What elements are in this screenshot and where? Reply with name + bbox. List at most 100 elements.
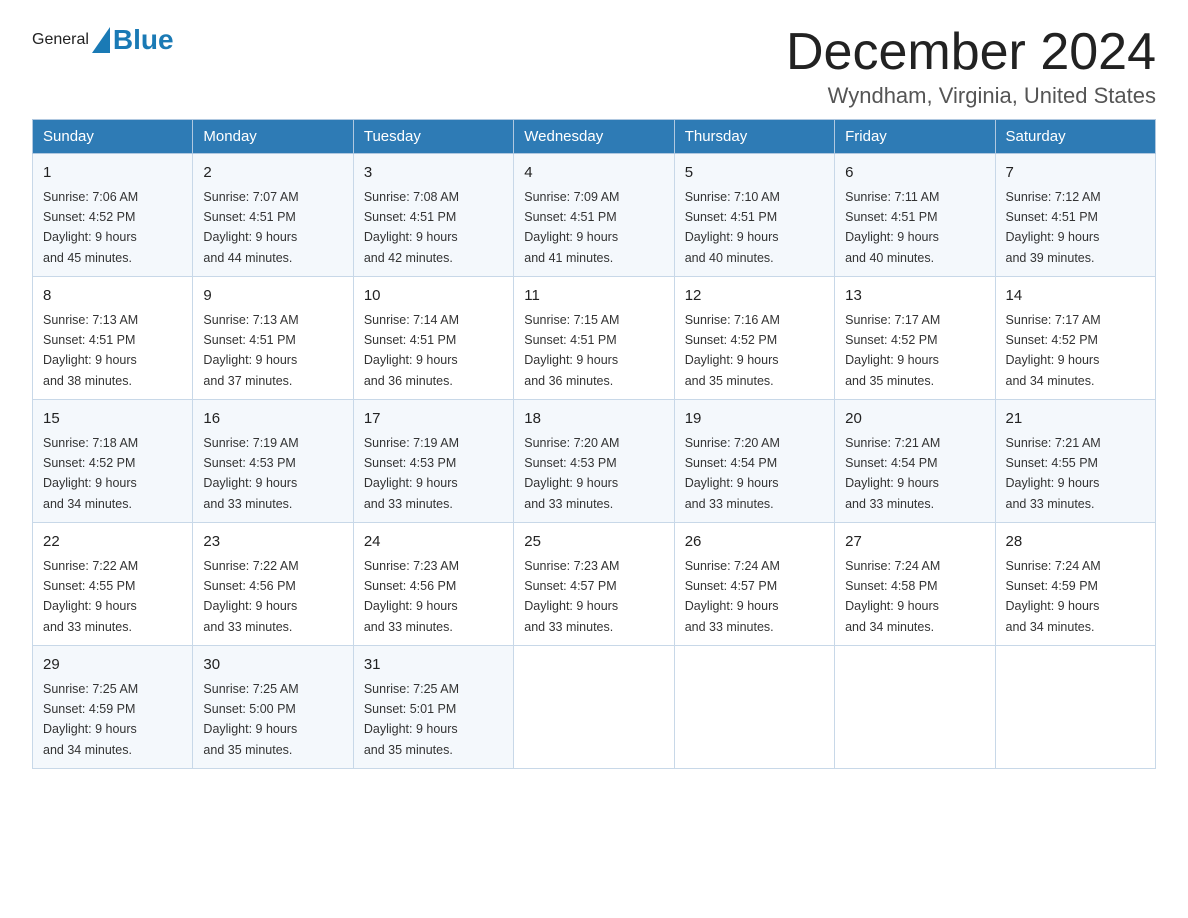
calendar-table: SundayMondayTuesdayWednesdayThursdayFrid… xyxy=(32,119,1156,769)
week-row-5: 29 Sunrise: 7:25 AMSunset: 4:59 PMDayligh… xyxy=(33,646,1156,769)
day-number: 4 xyxy=(524,162,663,185)
day-info: Sunrise: 7:24 AMSunset: 4:57 PMDaylight:… xyxy=(685,559,780,634)
day-info: Sunrise: 7:20 AMSunset: 4:54 PMDaylight:… xyxy=(685,436,780,511)
day-info: Sunrise: 7:16 AMSunset: 4:52 PMDaylight:… xyxy=(685,313,780,388)
day-number: 2 xyxy=(203,162,342,185)
logo-blue-text: Blue xyxy=(113,24,174,56)
day-cell: 23Sunrise: 7:22 AMSunset: 4:56 PMDayligh… xyxy=(193,523,353,646)
day-cell: 5Sunrise: 7:10 AMSunset: 4:51 PMDaylight… xyxy=(674,154,834,277)
day-number: 17 xyxy=(364,408,503,431)
day-info: Sunrise: 7:25 AMSunset: 4:59 PMDaylight:… xyxy=(43,682,138,757)
day-info: Sunrise: 7:17 AMSunset: 4:52 PMDaylight:… xyxy=(1006,313,1101,388)
day-cell xyxy=(514,646,674,769)
day-number: 31 xyxy=(364,654,503,677)
day-info: Sunrise: 7:19 AMSunset: 4:53 PMDaylight:… xyxy=(203,436,298,511)
day-number: 8 xyxy=(43,285,182,308)
day-cell: 6 Sunrise: 7:11 AMSunset: 4:51 PMDaylight… xyxy=(835,154,995,277)
day-cell: 30 Sunrise: 7:25 AMSunset: 5:00 PMDayligh… xyxy=(193,646,353,769)
day-info: Sunrise: 7:06 AMSunset: 4:52 PMDaylight:… xyxy=(43,190,138,265)
day-cell: 22 Sunrise: 7:22 AMSunset: 4:55 PMDayligh… xyxy=(33,523,193,646)
day-number: 28 xyxy=(1006,531,1145,554)
week-row-3: 15 Sunrise: 7:18 AMSunset: 4:52 PMDayligh… xyxy=(33,400,1156,523)
col-header-saturday: Saturday xyxy=(995,120,1155,154)
day-info: Sunrise: 7:24 AMSunset: 4:58 PMDaylight:… xyxy=(845,559,940,634)
day-number: 26 xyxy=(685,531,824,554)
day-cell: 29 Sunrise: 7:25 AMSunset: 4:59 PMDayligh… xyxy=(33,646,193,769)
calendar-header: SundayMondayTuesdayWednesdayThursdayFrid… xyxy=(33,120,1156,154)
day-cell: 8 Sunrise: 7:13 AMSunset: 4:51 PMDaylight… xyxy=(33,277,193,400)
day-cell: 4 Sunrise: 7:09 AMSunset: 4:51 PMDaylight… xyxy=(514,154,674,277)
day-cell: 7Sunrise: 7:12 AMSunset: 4:51 PMDaylight… xyxy=(995,154,1155,277)
logo-area: General Blue xyxy=(32,24,174,56)
day-info: Sunrise: 7:22 AMSunset: 4:55 PMDaylight:… xyxy=(43,559,138,634)
day-number: 11 xyxy=(524,285,663,308)
day-number: 10 xyxy=(364,285,503,308)
day-number: 15 xyxy=(43,408,182,431)
day-number: 9 xyxy=(203,285,342,308)
col-header-tuesday: Tuesday xyxy=(353,120,513,154)
day-number: 27 xyxy=(845,531,984,554)
day-cell xyxy=(835,646,995,769)
day-cell: 10Sunrise: 7:14 AMSunset: 4:51 PMDayligh… xyxy=(353,277,513,400)
day-cell: 24Sunrise: 7:23 AMSunset: 4:56 PMDayligh… xyxy=(353,523,513,646)
day-info: Sunrise: 7:13 AMSunset: 4:51 PMDaylight:… xyxy=(43,313,138,388)
day-number: 24 xyxy=(364,531,503,554)
day-info: Sunrise: 7:23 AMSunset: 4:57 PMDaylight:… xyxy=(524,559,619,634)
day-info: Sunrise: 7:22 AMSunset: 4:56 PMDaylight:… xyxy=(203,559,298,634)
col-header-friday: Friday xyxy=(835,120,995,154)
day-cell: 27 Sunrise: 7:24 AMSunset: 4:58 PMDayligh… xyxy=(835,523,995,646)
day-cell: 21 Sunrise: 7:21 AMSunset: 4:55 PMDayligh… xyxy=(995,400,1155,523)
day-number: 21 xyxy=(1006,408,1145,431)
day-cell: 19 Sunrise: 7:20 AMSunset: 4:54 PMDayligh… xyxy=(674,400,834,523)
day-number: 3 xyxy=(364,162,503,185)
day-number: 18 xyxy=(524,408,663,431)
day-cell: 15 Sunrise: 7:18 AMSunset: 4:52 PMDayligh… xyxy=(33,400,193,523)
day-number: 30 xyxy=(203,654,342,677)
day-info: Sunrise: 7:21 AMSunset: 4:55 PMDaylight:… xyxy=(1006,436,1101,511)
day-cell: 14 Sunrise: 7:17 AMSunset: 4:52 PMDayligh… xyxy=(995,277,1155,400)
day-number: 22 xyxy=(43,531,182,554)
col-header-sunday: Sunday xyxy=(33,120,193,154)
day-number: 14 xyxy=(1006,285,1145,308)
header-row: SundayMondayTuesdayWednesdayThursdayFrid… xyxy=(33,120,1156,154)
day-info: Sunrise: 7:13 AMSunset: 4:51 PMDaylight:… xyxy=(203,313,298,388)
day-number: 5 xyxy=(685,162,824,185)
day-number: 19 xyxy=(685,408,824,431)
day-cell: 12 Sunrise: 7:16 AMSunset: 4:52 PMDayligh… xyxy=(674,277,834,400)
day-cell: 16 Sunrise: 7:19 AMSunset: 4:53 PMDayligh… xyxy=(193,400,353,523)
day-info: Sunrise: 7:09 AMSunset: 4:51 PMDaylight:… xyxy=(524,190,619,265)
day-info: Sunrise: 7:21 AMSunset: 4:54 PMDaylight:… xyxy=(845,436,940,511)
day-info: Sunrise: 7:25 AMSunset: 5:00 PMDaylight:… xyxy=(203,682,298,757)
day-number: 12 xyxy=(685,285,824,308)
day-cell xyxy=(674,646,834,769)
col-header-monday: Monday xyxy=(193,120,353,154)
calendar-body: 1 Sunrise: 7:06 AMSunset: 4:52 PMDaylight… xyxy=(33,154,1156,769)
day-info: Sunrise: 7:25 AMSunset: 5:01 PMDaylight:… xyxy=(364,682,459,757)
day-info: Sunrise: 7:07 AMSunset: 4:51 PMDaylight:… xyxy=(203,190,298,265)
day-cell: 25Sunrise: 7:23 AMSunset: 4:57 PMDayligh… xyxy=(514,523,674,646)
day-cell: 11Sunrise: 7:15 AMSunset: 4:51 PMDayligh… xyxy=(514,277,674,400)
day-info: Sunrise: 7:11 AMSunset: 4:51 PMDaylight:… xyxy=(845,190,939,265)
day-cell: 31 Sunrise: 7:25 AMSunset: 5:01 PMDayligh… xyxy=(353,646,513,769)
week-row-4: 22 Sunrise: 7:22 AMSunset: 4:55 PMDayligh… xyxy=(33,523,1156,646)
col-header-thursday: Thursday xyxy=(674,120,834,154)
day-cell: 3 Sunrise: 7:08 AMSunset: 4:51 PMDaylight… xyxy=(353,154,513,277)
day-number: 13 xyxy=(845,285,984,308)
day-cell: 17Sunrise: 7:19 AMSunset: 4:53 PMDayligh… xyxy=(353,400,513,523)
col-header-wednesday: Wednesday xyxy=(514,120,674,154)
day-info: Sunrise: 7:08 AMSunset: 4:51 PMDaylight:… xyxy=(364,190,459,265)
day-cell xyxy=(995,646,1155,769)
day-cell: 13Sunrise: 7:17 AMSunset: 4:52 PMDayligh… xyxy=(835,277,995,400)
day-number: 16 xyxy=(203,408,342,431)
week-row-2: 8 Sunrise: 7:13 AMSunset: 4:51 PMDaylight… xyxy=(33,277,1156,400)
day-number: 6 xyxy=(845,162,984,185)
logo-general-text: General xyxy=(32,31,89,49)
day-info: Sunrise: 7:12 AMSunset: 4:51 PMDaylight:… xyxy=(1006,190,1101,265)
day-cell: 2 Sunrise: 7:07 AMSunset: 4:51 PMDaylight… xyxy=(193,154,353,277)
day-info: Sunrise: 7:20 AMSunset: 4:53 PMDaylight:… xyxy=(524,436,619,511)
logo-triangle-icon xyxy=(92,27,110,53)
page-header: General Blue December 2024 Wyndham, Virg… xyxy=(32,24,1156,109)
day-info: Sunrise: 7:18 AMSunset: 4:52 PMDaylight:… xyxy=(43,436,138,511)
day-number: 1 xyxy=(43,162,182,185)
day-number: 29 xyxy=(43,654,182,677)
